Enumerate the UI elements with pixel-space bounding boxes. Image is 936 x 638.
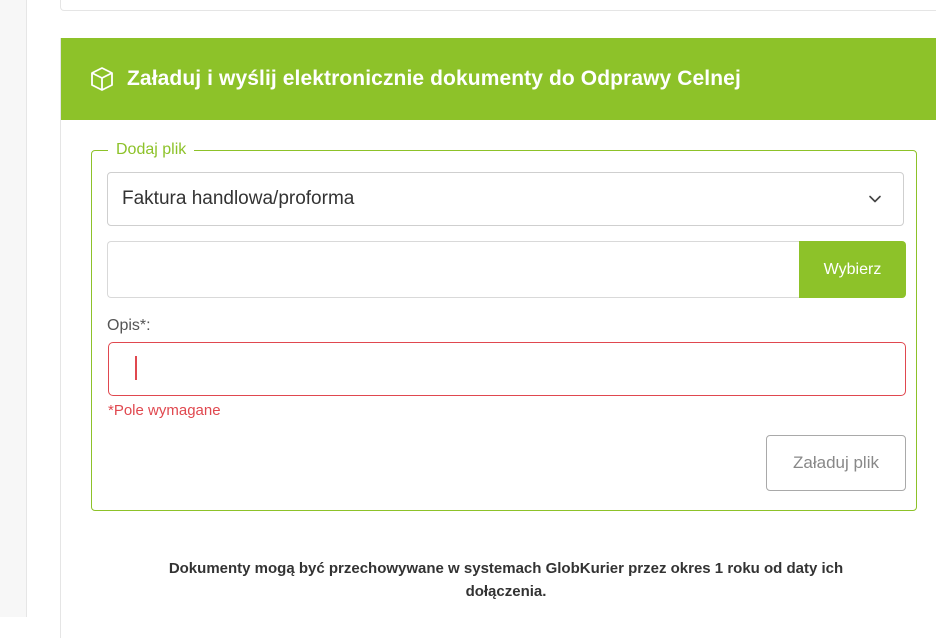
left-sidebar-strip <box>0 0 27 617</box>
description-error: *Pole wymagane <box>108 402 221 419</box>
retention-note-line1: Dokumenty mogą być przechowywane w syste… <box>168 560 844 577</box>
retention-note-line2: dołączenia. <box>465 583 547 600</box>
box-icon <box>89 66 115 92</box>
panel-title: Załaduj i wyślij elektronicznie dokument… <box>127 67 741 90</box>
fieldset-legend: Dodaj plik <box>108 140 195 160</box>
document-type-select[interactable]: Faktura handlowa/proforma <box>107 172 904 226</box>
previous-card-edge <box>60 0 936 11</box>
chevron-down-icon <box>867 191 883 207</box>
add-file-fieldset: Dodaj plik Faktura handlowa/proforma Wyb… <box>91 140 917 511</box>
customs-documents-panel: Załaduj i wyślij elektronicznie dokument… <box>60 38 936 638</box>
text-caret <box>135 356 137 380</box>
document-type-value: Faktura handlowa/proforma <box>122 188 355 209</box>
file-picker: Wybierz <box>107 241 906 298</box>
description-input[interactable] <box>108 342 906 396</box>
choose-file-button[interactable]: Wybierz <box>799 241 906 298</box>
file-name-field[interactable] <box>107 241 799 298</box>
description-label: Opis*: <box>107 317 151 334</box>
retention-note: Dokumenty mogą być przechowywane w syste… <box>61 557 936 603</box>
panel-header: Załaduj i wyślij elektronicznie dokument… <box>61 38 936 120</box>
upload-file-button[interactable]: Załaduj plik <box>766 435 906 491</box>
